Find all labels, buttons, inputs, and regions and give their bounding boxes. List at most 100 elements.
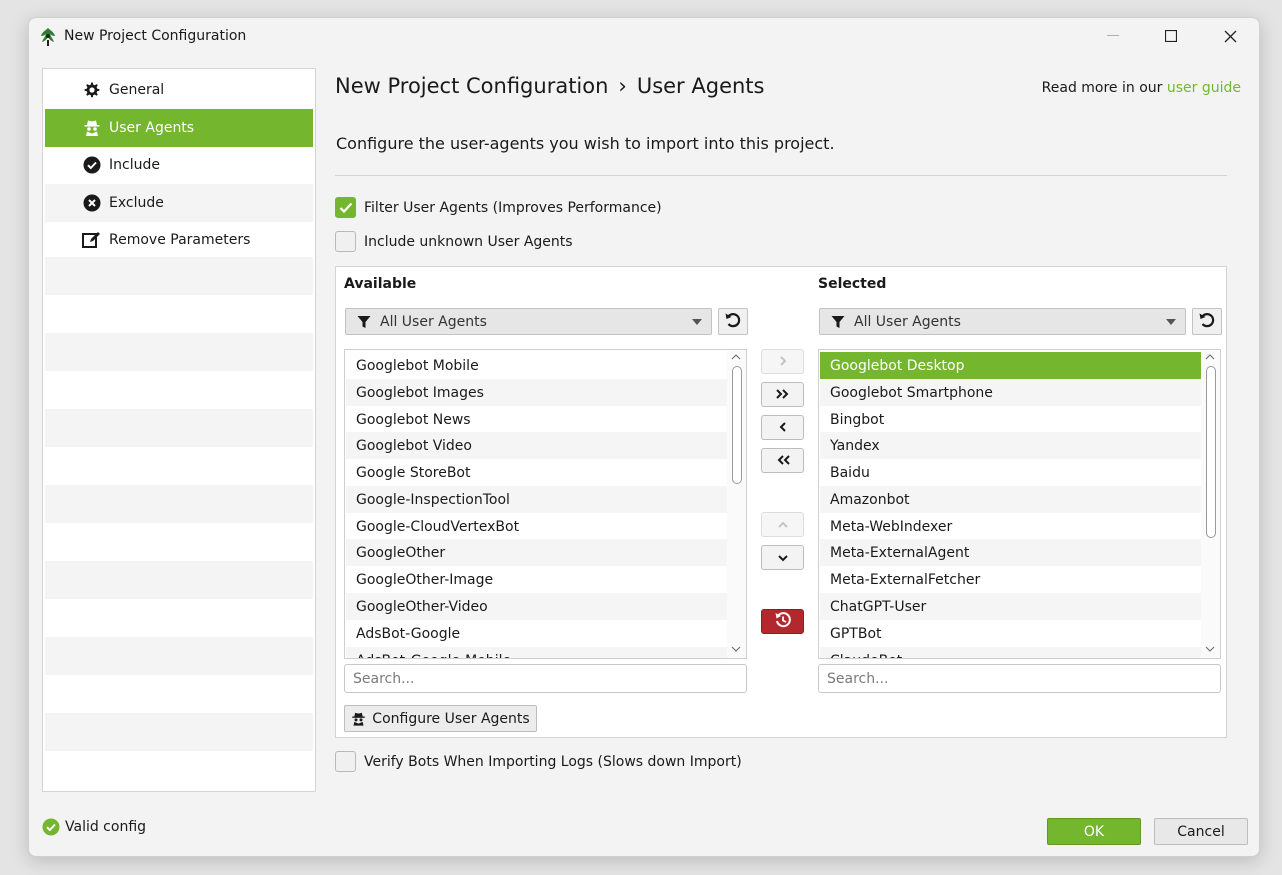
verify-bots-label: Verify Bots When Importing Logs (Slows d… xyxy=(364,753,742,770)
scroll-up-icon[interactable] xyxy=(731,352,741,362)
available-title: Available xyxy=(344,276,417,292)
check-circle-icon xyxy=(81,154,103,176)
filter-user-agents-label: Filter User Agents (Improves Performance… xyxy=(364,199,662,216)
list-item[interactable]: Googlebot Smartphone xyxy=(820,379,1201,406)
breadcrumb-root: New Project Configuration xyxy=(335,74,609,98)
status-indicator: Valid config xyxy=(42,818,146,836)
sidebar-empty-row xyxy=(45,637,313,675)
reset-icon xyxy=(724,311,742,333)
scroll-thumb[interactable] xyxy=(732,366,742,484)
list-item[interactable]: Google-InspectionTool xyxy=(346,486,727,513)
cancel-button[interactable]: Cancel xyxy=(1154,818,1248,845)
list-item[interactable]: Meta-WebIndexer xyxy=(820,513,1201,540)
ok-button[interactable]: OK xyxy=(1047,818,1141,845)
list-item[interactable]: GoogleOther-Video xyxy=(346,593,727,620)
list-item[interactable]: Baidu xyxy=(820,459,1201,486)
sidebar-item-exclude[interactable]: Exclude xyxy=(45,184,313,222)
list-item[interactable]: Googlebot Mobile xyxy=(346,352,727,379)
filter-user-agents-option[interactable]: Filter User Agents (Improves Performance… xyxy=(335,197,662,218)
list-item[interactable]: Google-CloudVertexBot xyxy=(346,513,727,540)
list-item[interactable]: GoogleOther xyxy=(346,539,727,566)
list-item[interactable]: Amazonbot xyxy=(820,486,1201,513)
check-circle-icon xyxy=(42,818,60,836)
move-all-right-button[interactable] xyxy=(761,382,804,407)
guide-prefix: Read more in our xyxy=(1041,80,1163,96)
sidebar-empty-row xyxy=(45,257,313,295)
available-list[interactable]: Googlebot Mobile Googlebot Images Google… xyxy=(344,349,747,659)
sidebar-item-include[interactable]: Include xyxy=(45,146,313,184)
available-filter-dropdown[interactable]: All User Agents xyxy=(345,308,712,335)
selected-reset-button[interactable] xyxy=(1192,308,1222,335)
chevron-left-icon xyxy=(778,418,788,437)
available-search-input[interactable] xyxy=(344,664,747,693)
sidebar-item-label: General xyxy=(109,82,165,98)
chevron-down-icon xyxy=(1166,319,1176,325)
filter-icon xyxy=(357,315,371,329)
selected-title: Selected xyxy=(818,276,887,292)
sidebar-item-general[interactable]: General xyxy=(45,71,313,109)
breadcrumb-current: User Agents xyxy=(636,74,765,98)
list-item[interactable]: Googlebot News xyxy=(346,406,727,433)
filter-user-agents-checkbox[interactable] xyxy=(335,197,356,218)
app-logo-icon xyxy=(39,27,57,47)
close-button[interactable] xyxy=(1201,18,1259,54)
title-bar: New Project Configuration xyxy=(29,18,1259,56)
selected-scrollbar[interactable] xyxy=(1201,350,1220,658)
breadcrumb: New Project Configuration › User Agents xyxy=(335,74,764,98)
include-unknown-checkbox[interactable] xyxy=(335,231,356,252)
verify-bots-checkbox[interactable] xyxy=(335,751,356,772)
settings-sidebar: General User Agents Include Exclude Remo… xyxy=(42,68,316,792)
list-item[interactable]: GoogleOther-Image xyxy=(346,566,727,593)
list-item[interactable]: ClaudeBot xyxy=(820,647,1201,658)
available-reset-button[interactable] xyxy=(718,308,748,335)
double-chevron-right-icon xyxy=(775,385,791,404)
chevron-down-icon xyxy=(777,548,789,567)
include-unknown-label: Include unknown User Agents xyxy=(364,233,573,250)
maximize-button[interactable] xyxy=(1142,18,1200,54)
window-title: New Project Configuration xyxy=(64,28,247,44)
selected-filter-dropdown[interactable]: All User Agents xyxy=(819,308,1186,335)
spy-icon xyxy=(81,117,103,139)
move-all-left-button[interactable] xyxy=(761,448,804,473)
list-item[interactable]: Bingbot xyxy=(820,406,1201,433)
available-scrollbar[interactable] xyxy=(727,350,746,658)
move-up-button[interactable] xyxy=(761,512,804,537)
scroll-down-icon[interactable] xyxy=(1205,644,1215,654)
list-item[interactable]: AdsBot-Google xyxy=(346,620,727,647)
list-item-selected[interactable]: Googlebot Desktop xyxy=(820,352,1201,379)
restore-defaults-button[interactable] xyxy=(761,609,804,634)
list-item[interactable]: Google StoreBot xyxy=(346,459,727,486)
history-icon xyxy=(774,611,792,633)
list-item[interactable]: AdsBot-Google-Mobile xyxy=(346,647,727,658)
chevron-up-icon xyxy=(777,515,789,534)
scroll-down-icon[interactable] xyxy=(731,644,741,654)
user-guide-link[interactable]: user guide xyxy=(1167,80,1241,96)
configure-user-agents-button[interactable]: Configure User Agents xyxy=(344,705,537,732)
sidebar-item-label: Exclude xyxy=(109,195,164,211)
move-left-button[interactable] xyxy=(761,415,804,440)
list-item[interactable]: Googlebot Images xyxy=(346,379,727,406)
dialog-window: New Project Configuration General User A… xyxy=(28,17,1260,857)
selected-list[interactable]: Googlebot Desktop Googlebot Smartphone B… xyxy=(818,349,1221,659)
list-item[interactable]: GPTBot xyxy=(820,620,1201,647)
list-item[interactable]: Meta-ExternalAgent xyxy=(820,539,1201,566)
list-item[interactable]: Googlebot Video xyxy=(346,432,727,459)
list-item[interactable]: Yandex xyxy=(820,432,1201,459)
list-item[interactable]: ChatGPT-User xyxy=(820,593,1201,620)
selected-search-input[interactable] xyxy=(818,664,1221,693)
sidebar-item-user-agents[interactable]: User Agents xyxy=(45,109,313,147)
sidebar-empty-row xyxy=(45,561,313,599)
reset-icon xyxy=(1198,311,1216,333)
verify-bots-option[interactable]: Verify Bots When Importing Logs (Slows d… xyxy=(335,751,742,772)
scroll-thumb[interactable] xyxy=(1206,366,1216,538)
move-down-button[interactable] xyxy=(761,545,804,570)
include-unknown-option[interactable]: Include unknown User Agents xyxy=(335,231,573,252)
user-guide-note: Read more in our user guide xyxy=(1042,80,1241,96)
sidebar-empty-row xyxy=(45,333,313,371)
sidebar-empty-row xyxy=(45,409,313,447)
sidebar-item-remove-parameters[interactable]: Remove Parameters xyxy=(45,221,313,259)
list-item[interactable]: Meta-ExternalFetcher xyxy=(820,566,1201,593)
move-right-button[interactable] xyxy=(761,349,804,374)
scroll-up-icon[interactable] xyxy=(1205,352,1215,362)
minimize-button[interactable] xyxy=(1084,18,1142,54)
